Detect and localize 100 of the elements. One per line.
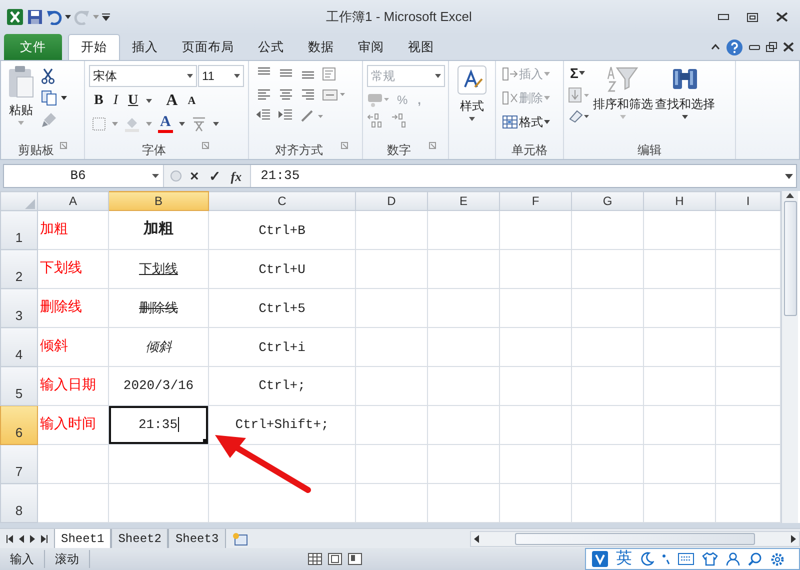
input-language-indicator[interactable]: 英 xyxy=(616,547,632,570)
font-size-dropdown[interactable]: 11 xyxy=(198,65,244,87)
paste-button[interactable]: 粘贴 xyxy=(5,65,37,142)
caret-icon[interactable] xyxy=(61,96,67,100)
previous-sheet-icon[interactable] xyxy=(19,534,24,542)
caret-icon[interactable] xyxy=(178,122,185,126)
row-header[interactable]: 2 xyxy=(0,250,38,289)
close-icon[interactable] xyxy=(776,12,788,22)
customize-toolbar-icon[interactable] xyxy=(102,13,110,21)
sheet-tab[interactable]: Sheet1 xyxy=(54,528,112,550)
ribbon-tab[interactable]: 开始 xyxy=(68,34,120,60)
increase-indent-icon[interactable] xyxy=(278,109,294,121)
ribbon-tab[interactable]: 公式 xyxy=(246,34,296,60)
column-header[interactable]: F xyxy=(500,192,572,211)
excel-logo-icon[interactable] xyxy=(6,8,24,26)
column-header[interactable]: I xyxy=(716,192,780,211)
scroll-up-icon[interactable] xyxy=(786,193,794,198)
align-middle-icon[interactable] xyxy=(278,67,294,79)
page-layout-view-icon[interactable] xyxy=(328,553,342,565)
shrink-font-button[interactable]: A xyxy=(186,94,198,108)
scrollbar-thumb[interactable] xyxy=(784,201,796,316)
bold-button[interactable]: B xyxy=(92,93,106,109)
sheet-tab[interactable]: Sheet2 xyxy=(111,528,168,550)
first-sheet-icon[interactable] xyxy=(6,534,13,542)
fill-icon[interactable] xyxy=(568,87,590,103)
collapse-ribbon-icon[interactable] xyxy=(711,44,720,50)
eraser-icon[interactable] xyxy=(568,109,590,123)
shirt-icon[interactable] xyxy=(702,552,718,566)
row-header[interactable]: 6 xyxy=(0,406,38,445)
column-header[interactable]: H xyxy=(644,192,716,211)
styles-button[interactable]: 样式 xyxy=(455,65,489,142)
format-cells-button[interactable]: 格式 xyxy=(500,113,559,131)
user-icon[interactable] xyxy=(726,552,740,566)
moon-icon[interactable] xyxy=(640,552,654,566)
grow-font-button[interactable]: A xyxy=(164,92,180,110)
column-header[interactable]: E xyxy=(428,192,500,211)
underline-button[interactable]: U xyxy=(126,93,140,109)
keyboard-icon[interactable] xyxy=(678,553,694,565)
scroll-left-icon[interactable] xyxy=(474,534,479,542)
font-color-button[interactable]: A xyxy=(158,115,173,133)
dialog-launcher-icon[interactable] xyxy=(429,142,436,149)
help-icon[interactable] xyxy=(726,38,743,56)
wrap-text-icon[interactable] xyxy=(322,67,338,81)
column-header[interactable]: A xyxy=(38,192,108,211)
align-right-icon[interactable] xyxy=(300,89,316,101)
normal-view-icon[interactable] xyxy=(308,553,322,565)
scroll-right-icon[interactable] xyxy=(791,534,796,542)
ribbon-tab[interactable]: 数据 xyxy=(296,34,346,60)
ribbon-tab[interactable]: 插入 xyxy=(120,34,170,60)
caret-icon[interactable] xyxy=(212,122,219,126)
settings-icon[interactable] xyxy=(770,552,785,566)
close-icon[interactable] xyxy=(783,42,794,52)
page-break-view-icon[interactable] xyxy=(348,553,362,565)
minimize-icon[interactable] xyxy=(749,44,760,50)
column-header[interactable]: G xyxy=(572,192,644,211)
dialog-launcher-icon[interactable] xyxy=(341,142,348,149)
find-select-button[interactable]: 查找和选择 xyxy=(654,65,716,142)
undo-icon[interactable] xyxy=(46,9,62,25)
row-header[interactable]: 8 xyxy=(0,484,38,522)
insert-sheet-icon[interactable] xyxy=(232,532,248,546)
merge-cells-icon[interactable] xyxy=(322,89,346,101)
restore-icon[interactable] xyxy=(747,12,758,22)
scissors-icon[interactable] xyxy=(41,68,55,84)
align-center-icon[interactable] xyxy=(278,89,294,101)
column-header[interactable]: D xyxy=(356,192,428,211)
autosum-button[interactable]: Σ xyxy=(568,65,590,81)
caret-icon[interactable] xyxy=(65,15,71,19)
save-icon[interactable] xyxy=(27,9,43,25)
column-header[interactable]: B xyxy=(108,192,208,211)
ribbon-tab[interactable]: 视图 xyxy=(396,34,446,60)
caret-icon[interactable] xyxy=(146,99,152,103)
punctuation-icon[interactable] xyxy=(662,553,670,565)
restore-icon[interactable] xyxy=(766,42,777,52)
row-header[interactable]: 4 xyxy=(0,328,38,367)
font-name-dropdown[interactable]: 宋体 xyxy=(89,65,197,87)
ribbon-tab[interactable]: 审阅 xyxy=(346,34,396,60)
row-header[interactable]: 3 xyxy=(0,288,38,328)
decrease-indent-icon[interactable] xyxy=(256,109,272,121)
scrollbar-thumb[interactable] xyxy=(515,532,755,544)
sheet-tab[interactable]: Sheet3 xyxy=(168,528,226,550)
last-sheet-icon[interactable] xyxy=(41,534,48,542)
ribbon-tab[interactable]: 页面布局 xyxy=(170,34,246,60)
orientation-icon[interactable] xyxy=(300,109,324,123)
row-header[interactable]: 7 xyxy=(0,444,38,484)
row-header[interactable]: 5 xyxy=(0,366,38,406)
dialog-launcher-icon[interactable] xyxy=(202,142,209,149)
minimize-icon[interactable] xyxy=(718,14,729,20)
search-icon[interactable] xyxy=(748,552,762,566)
phonetic-guide-icon[interactable] xyxy=(190,116,207,132)
copy-icon[interactable] xyxy=(41,90,58,106)
align-left-icon[interactable] xyxy=(256,89,272,101)
fill-color-icon[interactable] xyxy=(124,116,140,132)
dialog-launcher-icon[interactable] xyxy=(60,142,67,149)
borders-icon[interactable] xyxy=(92,117,106,131)
column-header[interactable]: C xyxy=(208,192,356,211)
file-menu-tab[interactable]: 文件 xyxy=(4,34,62,60)
format-painter-icon[interactable] xyxy=(41,112,57,128)
next-sheet-icon[interactable] xyxy=(30,534,35,542)
ime-logo-icon[interactable] xyxy=(592,551,608,567)
italic-button[interactable]: I xyxy=(111,93,120,109)
